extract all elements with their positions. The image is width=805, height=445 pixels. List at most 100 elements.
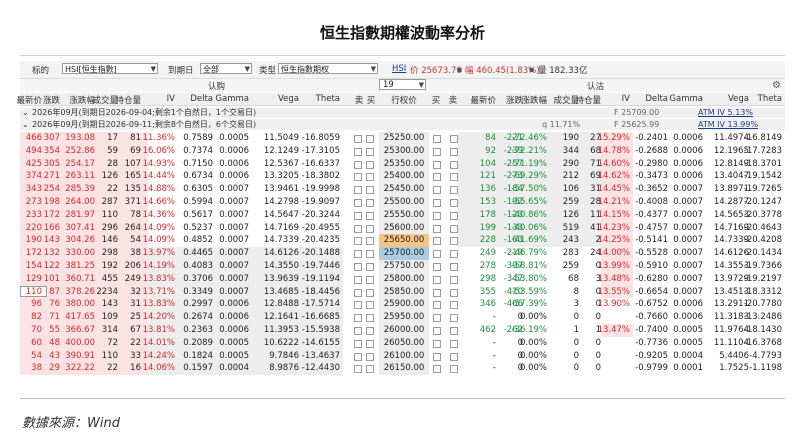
call-cell[interactable]: 354 xyxy=(20,145,60,158)
put-cell[interactable]: -0.6752 xyxy=(628,298,668,311)
put-trade-checkbox[interactable] xyxy=(433,147,441,156)
call-cell[interactable]: 172 xyxy=(20,209,60,222)
put-trade-checkbox[interactable] xyxy=(433,288,441,297)
put-cell[interactable]: -4.7793 xyxy=(742,350,782,363)
strike-count-select[interactable]: 19 ▼ xyxy=(379,79,426,90)
call-cell[interactable]: 0.3706 xyxy=(173,273,213,286)
put-cell[interactable]: -0.9205 xyxy=(628,350,668,363)
put-cell[interactable]: 0.0007 xyxy=(663,183,703,196)
table-row[interactable]: 82 71 417.65 109 25 14.20% 0.2674 0.0006 12.1641… xyxy=(20,311,785,324)
put-cell[interactable]: 13.47% xyxy=(590,324,630,337)
call-cell[interactable]: 13.9639 xyxy=(259,273,299,286)
call-cell[interactable]: 16.06% xyxy=(135,145,175,158)
strike-price[interactable]: 26000.00 xyxy=(379,324,429,337)
put-cell[interactable]: -0.6654 xyxy=(628,286,668,299)
put-cell[interactable]: 0.0007 xyxy=(663,247,703,260)
call-trade-checkbox[interactable] xyxy=(354,314,362,323)
put-trade-checkbox[interactable] xyxy=(433,199,441,207)
call-cell[interactable]: 10.6222 xyxy=(259,337,299,350)
group-atm-iv[interactable]: ATM IV 5.13% xyxy=(698,107,753,118)
call-trade-checkbox[interactable] xyxy=(354,160,362,169)
table-row[interactable]: 129 101 360.71 455 249 13.83% 0.3706 0.0007 13.9… xyxy=(20,272,785,286)
call-cell[interactable]: 14.01% xyxy=(135,337,175,350)
call-trade-checkbox[interactable] xyxy=(354,352,362,361)
call-cell[interactable]: -19.9097 xyxy=(300,196,340,209)
strike-price[interactable]: 25950.00 xyxy=(379,311,429,324)
put-cell[interactable]: 14.21% xyxy=(590,196,630,209)
call-cell[interactable]: 13.4685 xyxy=(259,286,299,299)
call-cell[interactable]: -19.7446 xyxy=(300,260,340,273)
put-cell[interactable]: -16.8149 xyxy=(742,132,782,145)
put-cell[interactable]: 0.0007 xyxy=(663,286,703,299)
call-cell[interactable]: 0.0007 xyxy=(209,247,249,260)
put-cell[interactable]: -0.7400 xyxy=(628,324,668,337)
strike-price[interactable]: 25850.00 xyxy=(379,285,429,299)
put-cell[interactable]: 0.0005 xyxy=(663,337,703,350)
call-trade-checkbox[interactable] xyxy=(354,224,362,233)
call-cell[interactable]: 14.88% xyxy=(135,183,175,196)
call-cell[interactable]: 0.4465 xyxy=(173,247,213,260)
gear-icon[interactable]: ⚙ xyxy=(772,80,781,91)
put-cell[interactable]: -0.2401 xyxy=(628,132,668,145)
call-trade-checkbox[interactable] xyxy=(354,301,362,310)
put-trade-checkbox[interactable] xyxy=(433,135,441,143)
put-cell[interactable]: 0.0006 xyxy=(663,170,703,183)
call-trade-checkbox[interactable] xyxy=(366,186,374,195)
put-cell[interactable]: -18.3701 xyxy=(742,158,782,171)
put-trade-checkbox[interactable] xyxy=(433,173,441,182)
call-cell[interactable]: 12.1249 xyxy=(259,145,299,158)
call-cell[interactable]: 13.3205 xyxy=(259,170,299,183)
call-cell[interactable]: 12.1641 xyxy=(259,311,299,324)
call-cell[interactable]: 14.6126 xyxy=(259,247,299,260)
call-cell[interactable]: 0.1597 xyxy=(173,362,213,375)
call-cell[interactable]: 0.4852 xyxy=(173,234,213,247)
call-cell[interactable]: 132 xyxy=(20,247,60,260)
call-trade-checkbox[interactable] xyxy=(354,327,362,335)
put-cell[interactable]: -0.5910 xyxy=(628,260,668,273)
strike-price[interactable]: 25900.00 xyxy=(379,298,429,312)
call-cell[interactable]: 14.36% xyxy=(135,209,175,222)
call-trade-checkbox[interactable] xyxy=(354,275,362,284)
call-column-header[interactable]: Vega xyxy=(259,94,299,104)
call-cell[interactable]: 13.71% xyxy=(135,286,175,299)
call-cell[interactable]: 11.3953 xyxy=(259,324,299,337)
call-cell[interactable]: -16.6337 xyxy=(300,158,340,171)
put-cell[interactable]: 0.0006 xyxy=(663,145,703,158)
put-trade-checkbox[interactable] xyxy=(433,224,441,233)
call-cell[interactable]: 14.09% xyxy=(135,222,175,235)
strike-header[interactable]: 行权价 xyxy=(379,94,429,106)
call-column-header[interactable]: Theta xyxy=(300,94,340,104)
group-atm-iv[interactable]: ATM IV 13.99% xyxy=(698,119,758,130)
call-cell[interactable]: 0.7374 xyxy=(173,145,213,158)
expiry-group-row[interactable]: ⌄ 2026年09月(到期日2026-09-04;剩余1个自然日，1个交易日) … xyxy=(20,107,785,118)
call-trade-checkbox[interactable] xyxy=(366,288,374,297)
call-cell[interactable]: -18.3802 xyxy=(300,170,340,183)
call-trade-checkbox[interactable] xyxy=(366,237,374,246)
call-cell[interactable]: 305 xyxy=(20,158,60,171)
call-trade-checkbox[interactable] xyxy=(366,339,374,348)
put-cell[interactable]: 0.0007 xyxy=(663,234,703,247)
call-trade-checkbox[interactable] xyxy=(366,224,374,233)
call-trade-checkbox[interactable] xyxy=(366,327,374,335)
call-trade-checkbox[interactable] xyxy=(366,352,374,361)
call-cell[interactable]: 0.0007 xyxy=(209,260,249,273)
collapse-icon[interactable]: ⌄ xyxy=(22,107,29,118)
call-trade-checkbox[interactable] xyxy=(354,250,362,259)
strike-price[interactable]: 25500.00 xyxy=(379,196,429,209)
put-cell[interactable]: -0.5141 xyxy=(628,234,668,247)
put-trade-checkbox[interactable] xyxy=(433,263,441,271)
put-cell[interactable]: 14.15% xyxy=(590,209,630,222)
put-column-header[interactable]: Theta xyxy=(742,94,782,104)
strike-price[interactable]: 26050.00 xyxy=(379,336,429,350)
put-cell[interactable]: -16.3768 xyxy=(742,337,782,350)
call-cell[interactable]: 55 xyxy=(20,324,60,337)
call-cell[interactable]: 0.0005 xyxy=(209,337,249,350)
put-cell[interactable] xyxy=(590,362,630,375)
call-cell[interactable]: 0.0004 xyxy=(209,362,249,375)
put-cell[interactable]: 13.55% xyxy=(590,286,630,299)
table-row[interactable]: 54 43 390.91 110 33 14.24% 0.1824 0.0005 9.7846-… xyxy=(20,349,785,363)
put-cell[interactable]: -0.5528 xyxy=(628,247,668,260)
strike-price[interactable]: 26100.00 xyxy=(379,349,429,363)
call-cell[interactable]: 8.9876 xyxy=(259,362,299,375)
put-cell[interactable]: 14.00% xyxy=(590,247,630,260)
